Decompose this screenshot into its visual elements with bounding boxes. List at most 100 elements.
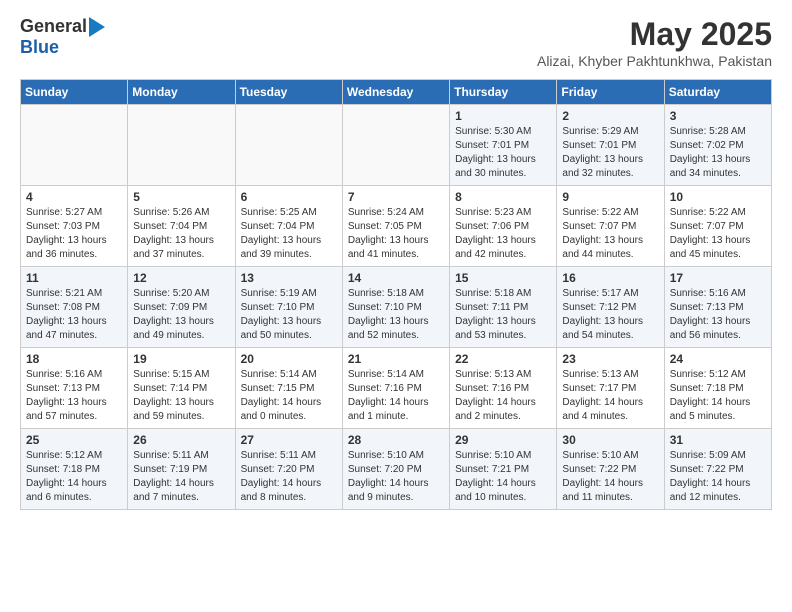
header-tuesday: Tuesday [235, 80, 342, 105]
day-info: Sunrise: 5:22 AM Sunset: 7:07 PM Dayligh… [562, 206, 658, 262]
day-number: 14 [348, 271, 444, 285]
calendar-cell: 14 Sunrise: 5:18 AM Sunset: 7:10 PM Dayli… [342, 267, 449, 348]
calendar-cell: 25 Sunrise: 5:12 AM Sunset: 7:18 PM Dayli… [21, 429, 128, 510]
day-number: 9 [562, 190, 658, 204]
day-number: 8 [455, 190, 551, 204]
page: General Blue May 2025 Alizai, Khyber Pak… [0, 0, 792, 526]
day-info: Sunrise: 5:14 AM Sunset: 7:16 PM Dayligh… [348, 368, 444, 424]
day-info: Sunrise: 5:12 AM Sunset: 7:18 PM Dayligh… [26, 449, 122, 505]
day-number: 23 [562, 352, 658, 366]
day-number: 21 [348, 352, 444, 366]
day-number: 26 [133, 433, 229, 447]
day-info: Sunrise: 5:13 AM Sunset: 7:17 PM Dayligh… [562, 368, 658, 424]
calendar-cell: 17 Sunrise: 5:16 AM Sunset: 7:13 PM Dayli… [664, 267, 771, 348]
day-number: 12 [133, 271, 229, 285]
day-number: 31 [670, 433, 766, 447]
day-number: 6 [241, 190, 337, 204]
day-number: 10 [670, 190, 766, 204]
header-monday: Monday [128, 80, 235, 105]
logo-blue: Blue [20, 37, 59, 58]
day-number: 19 [133, 352, 229, 366]
calendar-header: Sunday Monday Tuesday Wednesday Thursday… [21, 80, 772, 105]
logo: General Blue [20, 16, 105, 58]
header-saturday: Saturday [664, 80, 771, 105]
calendar-cell: 30Sunrise: 5:10 AM Sunset: 7:22 PM Dayli… [557, 429, 664, 510]
day-info: Sunrise: 5:26 AM Sunset: 7:04 PM Dayligh… [133, 206, 229, 262]
day-number: 29 [455, 433, 551, 447]
day-info: Sunrise: 5:30 AM Sunset: 7:01 PM Dayligh… [455, 125, 551, 181]
day-number: 25 [26, 433, 122, 447]
header-thursday: Thursday [450, 80, 557, 105]
day-info: Sunrise: 5:10 AM Sunset: 7:20 PM Dayligh… [348, 449, 444, 505]
day-info: Sunrise: 5:12 AM Sunset: 7:18 PM Dayligh… [670, 368, 766, 424]
location: Alizai, Khyber Pakhtunkhwa, Pakistan [537, 53, 772, 69]
calendar-cell: 28 Sunrise: 5:10 AM Sunset: 7:20 PM Dayli… [342, 429, 449, 510]
calendar-cell: 3 Sunrise: 5:28 AM Sunset: 7:02 PM Daylig… [664, 105, 771, 186]
day-info: Sunrise: 5:25 AM Sunset: 7:04 PM Dayligh… [241, 206, 337, 262]
calendar-table: Sunday Monday Tuesday Wednesday Thursday… [20, 79, 772, 510]
day-info: Sunrise: 5:18 AM Sunset: 7:11 PM Dayligh… [455, 287, 551, 343]
day-number: 17 [670, 271, 766, 285]
day-number: 1 [455, 109, 551, 123]
calendar-cell [235, 105, 342, 186]
day-info: Sunrise: 5:11 AM Sunset: 7:20 PM Dayligh… [241, 449, 337, 505]
day-number: 24 [670, 352, 766, 366]
calendar-cell: 12 Sunrise: 5:20 AM Sunset: 7:09 PM Dayli… [128, 267, 235, 348]
week-row-2: 4 Sunrise: 5:27 AM Sunset: 7:03 PM Daylig… [21, 186, 772, 267]
calendar-cell: 5Sunrise: 5:26 AM Sunset: 7:04 PM Daylig… [128, 186, 235, 267]
calendar-cell [21, 105, 128, 186]
calendar-cell: 6 Sunrise: 5:25 AM Sunset: 7:04 PM Daylig… [235, 186, 342, 267]
day-info: Sunrise: 5:28 AM Sunset: 7:02 PM Dayligh… [670, 125, 766, 181]
calendar-cell [342, 105, 449, 186]
logo-text: General [20, 16, 105, 37]
day-info: Sunrise: 5:10 AM Sunset: 7:21 PM Dayligh… [455, 449, 551, 505]
calendar-cell: 2 Sunrise: 5:29 AM Sunset: 7:01 PM Daylig… [557, 105, 664, 186]
calendar-cell: 22 Sunrise: 5:13 AM Sunset: 7:16 PM Dayli… [450, 348, 557, 429]
day-number: 3 [670, 109, 766, 123]
day-info: Sunrise: 5:16 AM Sunset: 7:13 PM Dayligh… [670, 287, 766, 343]
month-year: May 2025 [537, 16, 772, 53]
calendar-cell: 27Sunrise: 5:11 AM Sunset: 7:20 PM Dayli… [235, 429, 342, 510]
day-number: 22 [455, 352, 551, 366]
day-number: 28 [348, 433, 444, 447]
title-block: May 2025 Alizai, Khyber Pakhtunkhwa, Pak… [537, 16, 772, 69]
header-sunday: Sunday [21, 80, 128, 105]
day-number: 4 [26, 190, 122, 204]
header: General Blue May 2025 Alizai, Khyber Pak… [20, 16, 772, 69]
day-info: Sunrise: 5:17 AM Sunset: 7:12 PM Dayligh… [562, 287, 658, 343]
day-number: 18 [26, 352, 122, 366]
header-friday: Friday [557, 80, 664, 105]
day-info: Sunrise: 5:18 AM Sunset: 7:10 PM Dayligh… [348, 287, 444, 343]
day-number: 20 [241, 352, 337, 366]
week-row-4: 18 Sunrise: 5:16 AM Sunset: 7:13 PM Dayli… [21, 348, 772, 429]
calendar-cell: 19Sunrise: 5:15 AM Sunset: 7:14 PM Dayli… [128, 348, 235, 429]
day-number: 2 [562, 109, 658, 123]
logo-general: General [20, 16, 87, 37]
calendar-cell: 29 Sunrise: 5:10 AM Sunset: 7:21 PM Dayli… [450, 429, 557, 510]
day-info: Sunrise: 5:27 AM Sunset: 7:03 PM Dayligh… [26, 206, 122, 262]
day-info: Sunrise: 5:22 AM Sunset: 7:07 PM Dayligh… [670, 206, 766, 262]
calendar-cell: 10 Sunrise: 5:22 AM Sunset: 7:07 PM Dayli… [664, 186, 771, 267]
day-number: 15 [455, 271, 551, 285]
calendar-cell: 9 Sunrise: 5:22 AM Sunset: 7:07 PM Daylig… [557, 186, 664, 267]
week-row-5: 25 Sunrise: 5:12 AM Sunset: 7:18 PM Dayli… [21, 429, 772, 510]
day-number: 13 [241, 271, 337, 285]
day-info: Sunrise: 5:14 AM Sunset: 7:15 PM Dayligh… [241, 368, 337, 424]
calendar-cell: 31 Sunrise: 5:09 AM Sunset: 7:22 PM Dayli… [664, 429, 771, 510]
calendar-cell: 18 Sunrise: 5:16 AM Sunset: 7:13 PM Dayli… [21, 348, 128, 429]
day-info: Sunrise: 5:09 AM Sunset: 7:22 PM Dayligh… [670, 449, 766, 505]
calendar-cell: 4 Sunrise: 5:27 AM Sunset: 7:03 PM Daylig… [21, 186, 128, 267]
day-info: Sunrise: 5:29 AM Sunset: 7:01 PM Dayligh… [562, 125, 658, 181]
day-number: 11 [26, 271, 122, 285]
day-info: Sunrise: 5:24 AM Sunset: 7:05 PM Dayligh… [348, 206, 444, 262]
calendar-cell: 23 Sunrise: 5:13 AM Sunset: 7:17 PM Dayli… [557, 348, 664, 429]
day-info: Sunrise: 5:13 AM Sunset: 7:16 PM Dayligh… [455, 368, 551, 424]
day-info: Sunrise: 5:20 AM Sunset: 7:09 PM Dayligh… [133, 287, 229, 343]
day-number: 7 [348, 190, 444, 204]
calendar-cell: 11Sunrise: 5:21 AM Sunset: 7:08 PM Dayli… [21, 267, 128, 348]
day-info: Sunrise: 5:23 AM Sunset: 7:06 PM Dayligh… [455, 206, 551, 262]
calendar-cell: 7 Sunrise: 5:24 AM Sunset: 7:05 PM Daylig… [342, 186, 449, 267]
day-info: Sunrise: 5:16 AM Sunset: 7:13 PM Dayligh… [26, 368, 122, 424]
day-number: 30 [562, 433, 658, 447]
calendar-cell: 8 Sunrise: 5:23 AM Sunset: 7:06 PM Daylig… [450, 186, 557, 267]
